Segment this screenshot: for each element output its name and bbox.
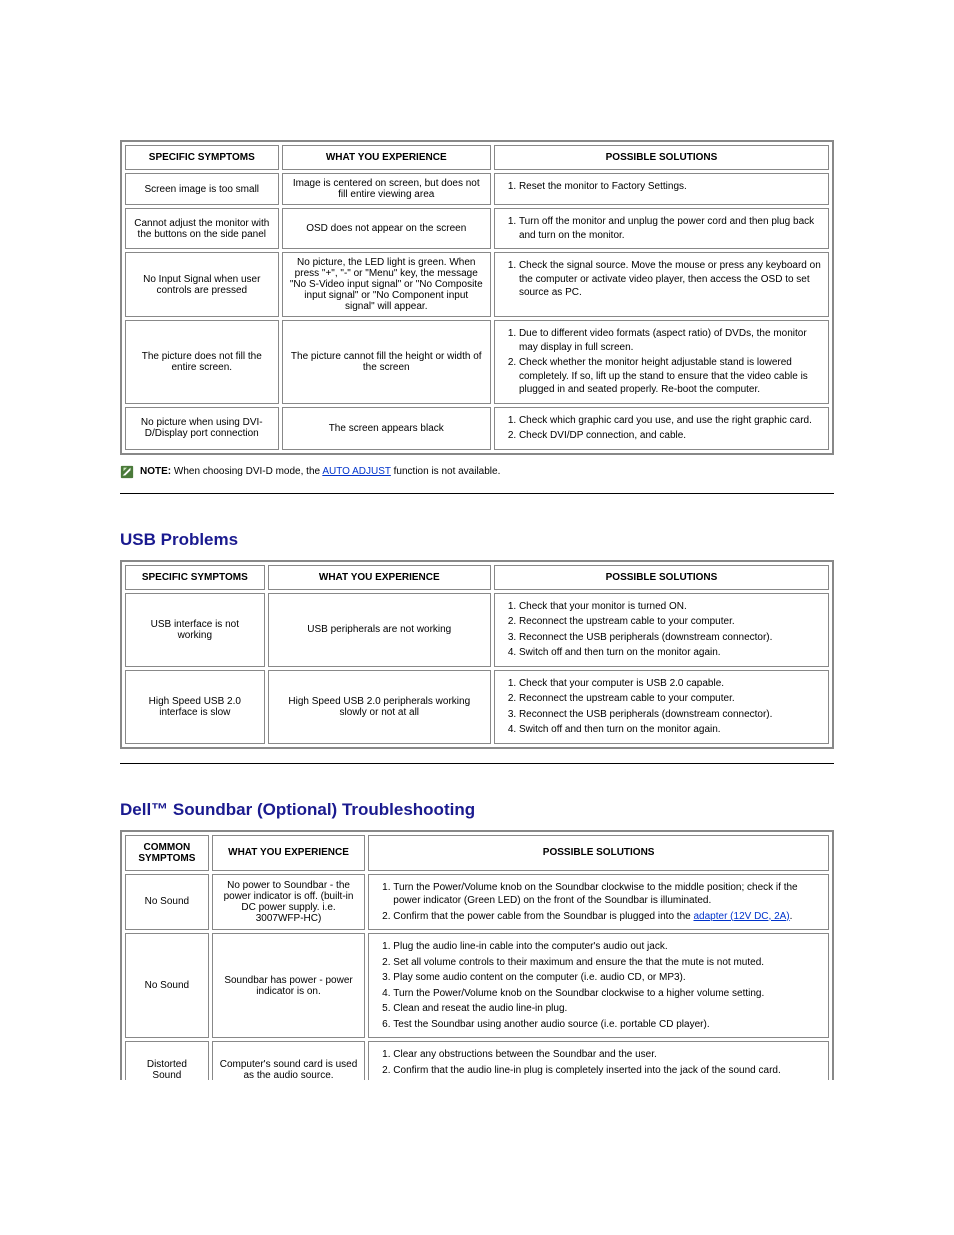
experience-cell: The screen appears black [282,407,491,450]
experience-cell: USB peripherals are not working [268,593,491,667]
col-header: SPECIFIC SYMPTOMS [125,145,279,170]
solutions-cell: Turn off the monitor and unplug the powe… [494,208,829,249]
solution-item: Check DVI/DP connection, and cable. [519,429,822,443]
usb-problems-table: SPECIFIC SYMPTOMS WHAT YOU EXPERIENCE PO… [120,560,834,749]
symptom-cell: No picture when using DVI-D/Display port… [125,407,279,450]
table-row: USB interface is not workingUSB peripher… [125,593,829,667]
solution-item: Reconnect the upstream cable to your com… [519,615,822,629]
symptom-cell: High Speed USB 2.0 interface is slow [125,670,265,744]
solution-item: Check which graphic card you use, and us… [519,414,822,428]
table-row: High Speed USB 2.0 interface is slowHigh… [125,670,829,744]
experience-cell: No power to Soundbar - the power indicat… [212,874,366,931]
solution-item: Check whether the monitor height adjusta… [519,356,822,397]
symptom-cell: Screen image is too small [125,173,279,205]
solution-item: Reconnect the USB peripherals (downstrea… [519,708,822,722]
solution-item: Switch off and then turn on the monitor … [519,646,822,660]
table-row: Distorted SoundComputer's sound card is … [125,1041,829,1080]
symptom-cell: No Input Signal when user controls are p… [125,252,279,317]
section-divider [120,493,834,494]
solution-item: Set all Windows volume controls to their… [393,1079,822,1080]
table-row: Cannot adjust the monitor with the butto… [125,208,829,249]
col-header: POSSIBLE SOLUTIONS [494,145,829,170]
solution-item: Due to different video formats (aspect r… [519,327,822,354]
solution-item: Set all volume controls to their maximum… [393,956,822,970]
usb-problems-heading: USB Problems [120,530,834,550]
solutions-cell: Due to different video formats (aspect r… [494,320,829,404]
solutions-cell: Plug the audio line-in cable into the co… [368,933,829,1038]
solution-item: Check that your monitor is turned ON. [519,600,822,614]
solutions-cell: Check the signal source. Move the mouse … [494,252,829,317]
symptom-cell: No Sound [125,933,209,1038]
col-header: WHAT YOU EXPERIENCE [268,565,491,590]
solutions-cell: Check which graphic card you use, and us… [494,407,829,450]
solution-item: Turn the Power/Volume knob on the Soundb… [393,881,822,908]
solution-item: Check that your computer is USB 2.0 capa… [519,677,822,691]
solution-item: Clean and reseat the audio line-in plug. [393,1002,822,1016]
solutions-cell: Check that your computer is USB 2.0 capa… [494,670,829,744]
solution-item: Turn off the monitor and unplug the powe… [519,215,822,242]
solution-item: Reset the monitor to Factory Settings. [519,180,822,194]
col-header: POSSIBLE SOLUTIONS [368,835,829,871]
solutions-cell: Turn the Power/Volume knob on the Soundb… [368,874,829,931]
solution-item: Clear any obstructions between the Sound… [393,1048,822,1062]
specific-problems-table: SPECIFIC SYMPTOMS WHAT YOU EXPERIENCE PO… [120,140,834,455]
col-header: SPECIFIC SYMPTOMS [125,565,265,590]
auto-adjust-link[interactable]: AUTO ADJUST [322,466,391,477]
symptom-cell: The picture does not fill the entire scr… [125,320,279,404]
solution-item: Switch off and then turn on the monitor … [519,723,822,737]
col-header: WHAT YOU EXPERIENCE [212,835,366,871]
solution-item: Turn the Power/Volume knob on the Soundb… [393,987,822,1001]
experience-cell: Soundbar has power - power indicator is … [212,933,366,1038]
soundbar-heading: Dell™ Soundbar (Optional) Troubleshootin… [120,800,834,820]
symptom-cell: Distorted Sound [125,1041,209,1080]
col-header: WHAT YOU EXPERIENCE [282,145,491,170]
soundbar-table: COMMON SYMPTOMS WHAT YOU EXPERIENCE POSS… [120,830,834,1080]
symptom-cell: USB interface is not working [125,593,265,667]
table-row: No SoundSoundbar has power - power indic… [125,933,829,1038]
col-header: POSSIBLE SOLUTIONS [494,565,829,590]
solution-item: Confirm that the power cable from the So… [393,910,822,924]
experience-cell: Computer's sound card is used as the aud… [212,1041,366,1080]
solution-item: Confirm that the audio line-in plug is c… [393,1064,822,1078]
symptom-cell: Cannot adjust the monitor with the butto… [125,208,279,249]
solutions-cell: Reset the monitor to Factory Settings. [494,173,829,205]
symptom-cell: No Sound [125,874,209,931]
table-row: No Input Signal when user controls are p… [125,252,829,317]
experience-cell: The picture cannot fill the height or wi… [282,320,491,404]
solution-item: Reconnect the upstream cable to your com… [519,692,822,706]
experience-cell: No picture, the LED light is green. When… [282,252,491,317]
table-row: No SoundNo power to Soundbar - the power… [125,874,829,931]
solution-item: Test the Soundbar using another audio so… [393,1018,822,1032]
experience-cell: High Speed USB 2.0 peripherals working s… [268,670,491,744]
table-row: Screen image is too smallImage is center… [125,173,829,205]
solution-item: Reconnect the USB peripherals (downstrea… [519,631,822,645]
table-row: The picture does not fill the entire scr… [125,320,829,404]
solution-item: Check the signal source. Move the mouse … [519,259,822,300]
solution-item: Play some audio content on the computer … [393,971,822,985]
note-icon [120,465,134,479]
adapter-link[interactable]: adapter (12V DC, 2A) [693,911,789,922]
col-header: COMMON SYMPTOMS [125,835,209,871]
solutions-cell: Clear any obstructions between the Sound… [368,1041,829,1080]
solutions-cell: Check that your monitor is turned ON.Rec… [494,593,829,667]
solution-item: Plug the audio line-in cable into the co… [393,940,822,954]
note: NOTE: When choosing DVI-D mode, the AUTO… [120,465,834,479]
section-divider [120,763,834,764]
experience-cell: Image is centered on screen, but does no… [282,173,491,205]
experience-cell: OSD does not appear on the screen [282,208,491,249]
table-row: No picture when using DVI-D/Display port… [125,407,829,450]
note-text: NOTE: When choosing DVI-D mode, the AUTO… [140,465,500,478]
